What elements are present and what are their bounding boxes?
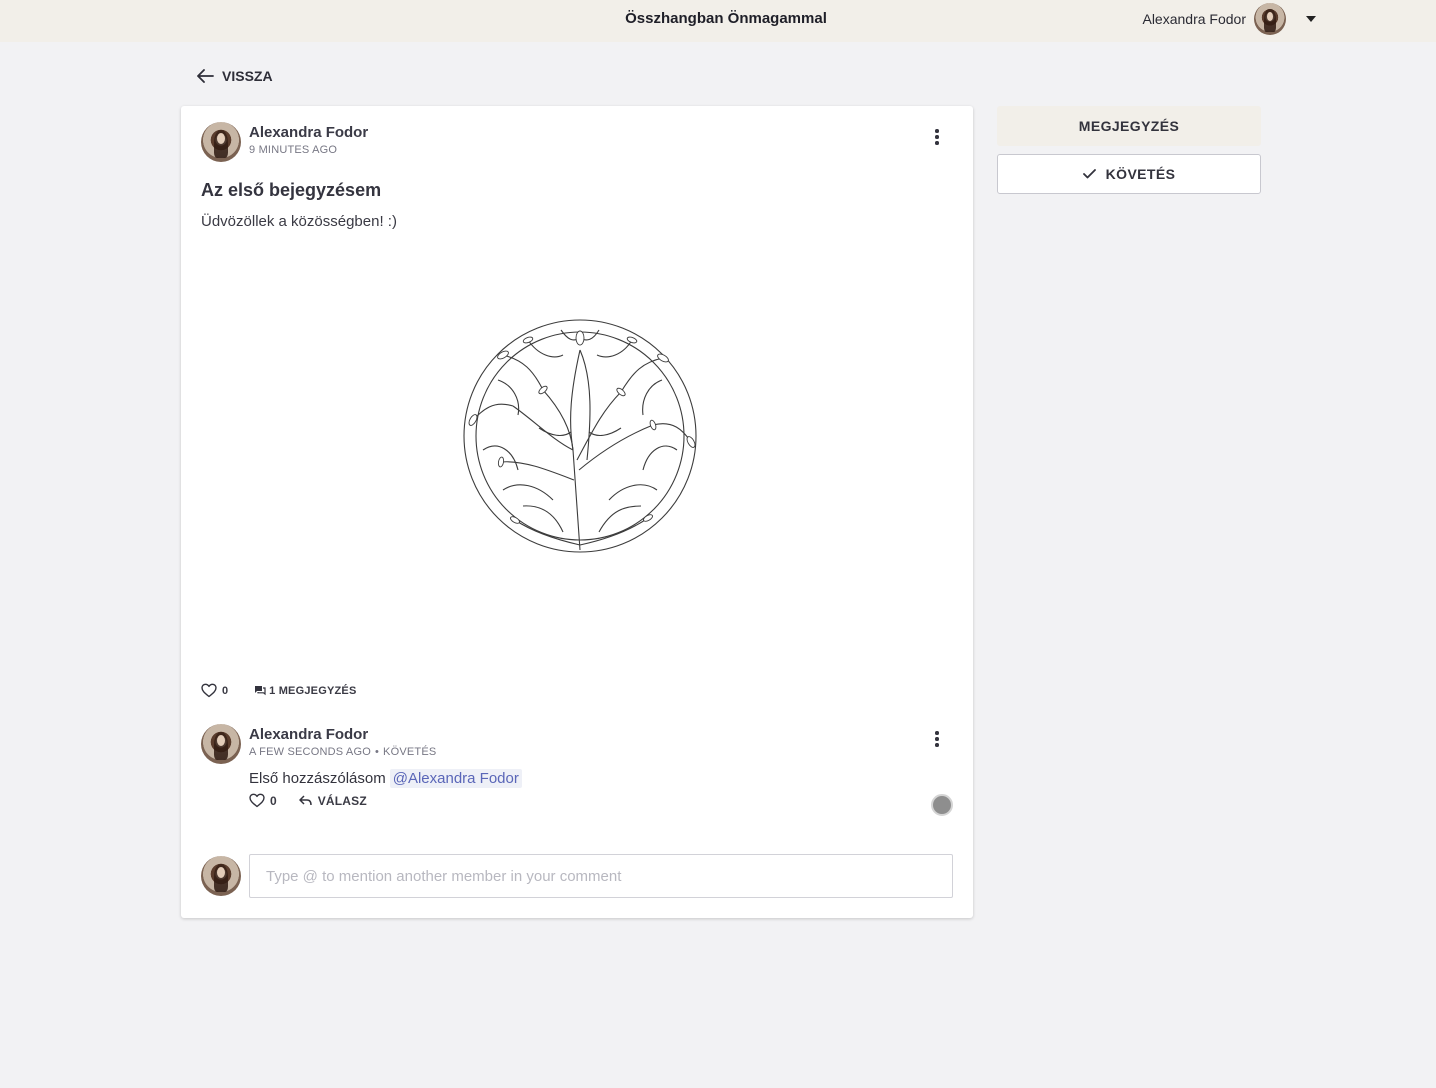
- top-bar: Összhangban Önmagammal Alexandra Fodor: [0, 0, 1436, 42]
- comment-item: Alexandra Fodor A FEW SECONDS AGO • KÖVETÉ…: [201, 724, 953, 816]
- follow-button-label: KÖVETÉS: [1105, 166, 1176, 182]
- comment-time: A FEW SECONDS AGO: [249, 746, 371, 758]
- comment-follow-link[interactable]: KÖVETÉS: [383, 746, 436, 758]
- comment-body: Első hozzászólásom: [249, 770, 386, 787]
- comment-like-button[interactable]: 0: [249, 793, 277, 808]
- comment-input[interactable]: [249, 854, 953, 898]
- comment-meta: A FEW SECONDS AGO • KÖVETÉS: [249, 745, 436, 759]
- avatar[interactable]: [1254, 3, 1286, 35]
- arrow-left-icon: [197, 69, 214, 83]
- post-title: Az első bejegyzésem: [201, 180, 382, 200]
- check-icon: [1082, 169, 1096, 179]
- comment-actions: 0 VÁLASZ: [249, 793, 953, 808]
- tree-of-life-illustration: [463, 319, 697, 553]
- post-card: Alexandra Fodor 9 MINUTES AGO Az első be…: [181, 106, 973, 918]
- commenter-avatar[interactable]: [201, 724, 241, 764]
- post-body: Üdvözöllek a közösségben! :): [201, 213, 397, 230]
- post-stats: 0 1 MEGJEGYZÉS: [201, 683, 357, 698]
- author-avatar[interactable]: [201, 122, 241, 162]
- back-label: VISSZA: [222, 68, 273, 84]
- post-author[interactable]: Alexandra Fodor: [249, 123, 368, 143]
- heart-icon: [201, 683, 217, 698]
- back-button[interactable]: VISSZA: [196, 68, 273, 84]
- reply-label: VÁLASZ: [317, 793, 367, 808]
- chevron-down-icon[interactable]: [1306, 16, 1316, 22]
- post-more-icon[interactable]: [929, 127, 945, 147]
- comment-more-icon[interactable]: [929, 729, 945, 749]
- comment-text: Első hozzászólásom @Alexandra Fodor: [249, 769, 953, 788]
- comments-count-label: 1 MEGJEGYZÉS: [269, 684, 357, 697]
- post-like-button[interactable]: 0: [201, 683, 228, 698]
- reply-button[interactable]: VÁLASZ: [298, 793, 367, 808]
- comment-button-label: MEGJEGYZÉS: [1078, 118, 1180, 134]
- meta-separator: •: [374, 746, 380, 758]
- comment-like-count: 0: [270, 793, 277, 808]
- post-like-count: 0: [222, 684, 229, 697]
- comment-author[interactable]: Alexandra Fodor: [249, 725, 436, 745]
- composer-avatar: [201, 856, 241, 896]
- comment-button[interactable]: MEGJEGYZÉS: [997, 106, 1261, 146]
- post-header: Alexandra Fodor 9 MINUTES AGO: [201, 122, 368, 162]
- user-name: Alexandra Fodor: [1142, 11, 1246, 27]
- user-menu[interactable]: Alexandra Fodor: [1142, 2, 1316, 36]
- reply-icon: [298, 795, 312, 806]
- heart-icon: [249, 793, 265, 808]
- post-time: 9 MINUTES AGO: [249, 144, 338, 156]
- comment-composer: [201, 854, 953, 898]
- comments-count-button[interactable]: 1 MEGJEGYZÉS: [254, 685, 356, 697]
- mention-link[interactable]: @Alexandra Fodor: [389, 769, 522, 788]
- comment-icon: [255, 686, 266, 696]
- presence-indicator: [931, 794, 953, 816]
- follow-button[interactable]: KÖVETÉS: [997, 154, 1261, 194]
